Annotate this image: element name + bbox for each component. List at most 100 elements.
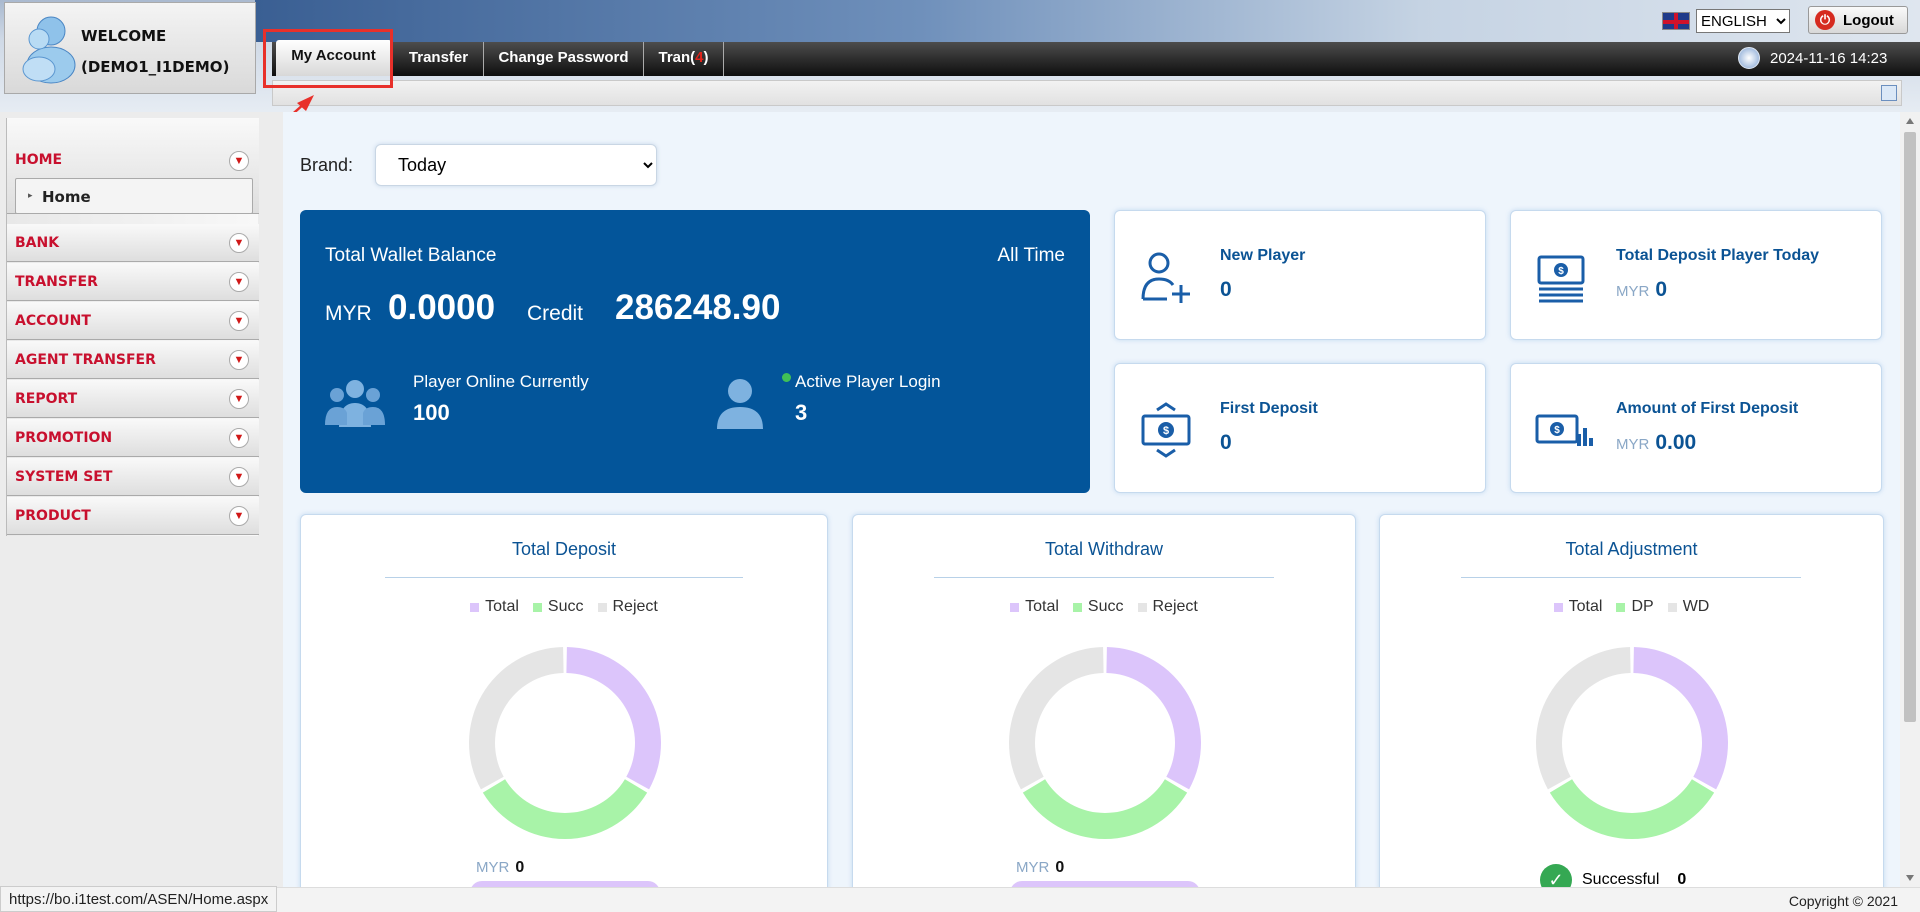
legend-item-total[interactable]: Total — [1553, 598, 1603, 616]
wallet-period: All Time — [997, 245, 1065, 266]
sidebar-item-label: BANK — [15, 235, 60, 251]
stat-currency: MYR — [1616, 436, 1650, 453]
active-login-label: Active Player Login — [795, 372, 941, 391]
legend-item-succ[interactable]: Succ — [532, 598, 584, 616]
logout-button[interactable]: ⏻ Logout — [1808, 6, 1908, 34]
players-group-icon — [325, 380, 385, 427]
sub-toolbar — [272, 80, 1902, 106]
welcome-text: WELCOME (DEMO1_I1DEMO) — [81, 21, 229, 83]
donut-slice-dp[interactable] — [1549, 779, 1715, 839]
legend-swatch — [1137, 602, 1147, 612]
tab-tran[interactable]: Tran(4) — [644, 42, 724, 76]
sidebar-item-transfer[interactable]: TRANSFER ▼ — [7, 263, 259, 301]
legend-swatch — [1553, 602, 1563, 612]
money-cycle-icon: $ — [1141, 402, 1191, 458]
bullet-icon: ▸ — [28, 190, 33, 200]
brand-filter: Brand: Today — [300, 144, 658, 186]
chevron-down-icon[interactable]: ▼ — [229, 272, 249, 292]
chevron-down-icon[interactable]: ▼ — [229, 467, 249, 487]
players-online-label: Player Online Currently — [413, 372, 589, 391]
tab-label: Transfer — [408, 49, 469, 66]
legend-item-wd[interactable]: WD — [1667, 598, 1710, 616]
donut-slice-reject[interactable] — [469, 647, 564, 790]
users-avatar-icon — [22, 16, 76, 84]
donut-slice-wd[interactable] — [1536, 647, 1631, 790]
chevron-down-icon[interactable]: ▼ — [229, 350, 249, 370]
wallet-title: Total Wallet Balance — [325, 245, 497, 266]
sidebar-item-bank[interactable]: BANK ▼ — [7, 224, 259, 262]
chart-total-row: MYR 0 — [1016, 859, 1064, 877]
brand-select[interactable]: Today — [375, 144, 658, 186]
active-login-value: 3 — [795, 400, 808, 425]
user-plus-icon — [1141, 252, 1190, 303]
sidebar-item-label: PROMOTION — [15, 430, 113, 446]
stat-title: Total Deposit Player Today — [1616, 247, 1820, 264]
language-select[interactable]: ENGLISH — [1696, 9, 1790, 33]
chart-total-value: 0 — [515, 859, 525, 876]
legend-label: Reject — [1152, 598, 1198, 615]
tab-change-password[interactable]: Change Password — [484, 42, 644, 76]
chevron-down-icon[interactable]: ▼ — [229, 506, 249, 526]
sidebar-item-label: REPORT — [15, 391, 78, 407]
chart-card-adjustment: Total Adjustment Total DP WD ✓ Successfu… — [1379, 514, 1884, 896]
chart-total-value: 0 — [1055, 859, 1065, 876]
legend-label: WD — [1682, 598, 1710, 615]
donut-slice-succ[interactable] — [482, 779, 648, 839]
legend-swatch — [1010, 602, 1020, 612]
language-area: ENGLISH — [1662, 9, 1790, 33]
sidebar-item-promotion[interactable]: PROMOTION ▼ — [7, 419, 259, 457]
donut-slice-total[interactable] — [566, 647, 661, 790]
legend-label: Total — [1568, 598, 1603, 615]
scroll-thumb[interactable] — [1904, 132, 1916, 722]
legend-item-total[interactable]: Total — [470, 598, 519, 616]
chevron-down-icon[interactable]: ▼ — [229, 428, 249, 448]
sidebar-item-agent-transfer[interactable]: AGENT TRANSFER ▼ — [7, 341, 259, 379]
chevron-down-icon[interactable]: ▼ — [229, 389, 249, 409]
chart-currency: MYR — [476, 859, 510, 876]
brand-label: Brand: — [300, 154, 354, 175]
legend-item-dp[interactable]: DP — [1616, 598, 1654, 616]
grid-toggle-icon[interactable] — [1881, 85, 1897, 101]
sidebar-item-product[interactable]: PRODUCT ▼ — [7, 497, 259, 535]
chart-card-withdraw: Total Withdraw Total Succ Reject MYR 0 — [852, 514, 1356, 901]
donut-slice-reject[interactable] — [1009, 647, 1104, 790]
chevron-down-icon[interactable]: ▼ — [229, 233, 249, 253]
vertical-scrollbar[interactable] — [1900, 112, 1920, 887]
chart-divider — [385, 577, 743, 578]
user-icon — [717, 379, 763, 429]
legend-item-succ[interactable]: Succ — [1072, 598, 1124, 616]
uk-flag-icon — [1662, 12, 1690, 30]
submenu-item-home[interactable]: ▸ Home — [15, 178, 253, 214]
chevron-down-icon[interactable]: ▼ — [229, 311, 249, 331]
copyright-text: Copyright © 2021 — [1788, 893, 1898, 909]
stat-value: 0 — [1220, 278, 1232, 301]
sidebar-item-label: TRANSFER — [15, 274, 98, 290]
chart-total-row: MYR 0 — [476, 859, 524, 877]
sidebar-item-home[interactable]: HOME ▼ ▸ Home — [7, 118, 259, 214]
sidebar-item-system-set[interactable]: SYSTEM SET ▼ — [7, 458, 259, 496]
donut-slice-total[interactable] — [1633, 647, 1728, 790]
clock-icon — [1738, 47, 1760, 69]
donut-slice-succ[interactable] — [1022, 779, 1188, 839]
legend-item-total[interactable]: Total — [1010, 598, 1059, 616]
sidebar-item-label: SYSTEM SET — [15, 469, 113, 485]
chart-legend: Total DP WD — [1380, 598, 1883, 616]
scroll-up-icon[interactable] — [1906, 118, 1914, 124]
legend-item-reject[interactable]: Reject — [597, 598, 658, 616]
legend-item-reject[interactable]: Reject — [1137, 598, 1198, 616]
sidebar-item-account[interactable]: ACCOUNT ▼ — [7, 302, 259, 340]
scroll-down-icon[interactable] — [1906, 875, 1914, 881]
donut-slice-total[interactable] — [1106, 647, 1201, 790]
svg-text:$: $ — [1554, 425, 1560, 436]
chart-title: Total Adjustment — [1565, 539, 1698, 559]
datetime-area: 2024-11-16 14:23 — [1738, 47, 1887, 69]
logout-label: Logout — [1843, 11, 1894, 29]
donut-chart-adjustment — [1536, 647, 1728, 839]
stat-value-row: MYR 0 — [1616, 278, 1667, 302]
sidebar-item-report[interactable]: REPORT ▼ — [7, 380, 259, 418]
stat-title: Amount of First Deposit — [1616, 400, 1799, 417]
tab-transfer[interactable]: Transfer — [394, 42, 484, 76]
legend-swatch — [1072, 602, 1082, 612]
stat-value: 0 — [1220, 431, 1232, 454]
chevron-down-icon[interactable]: ▼ — [229, 151, 249, 171]
